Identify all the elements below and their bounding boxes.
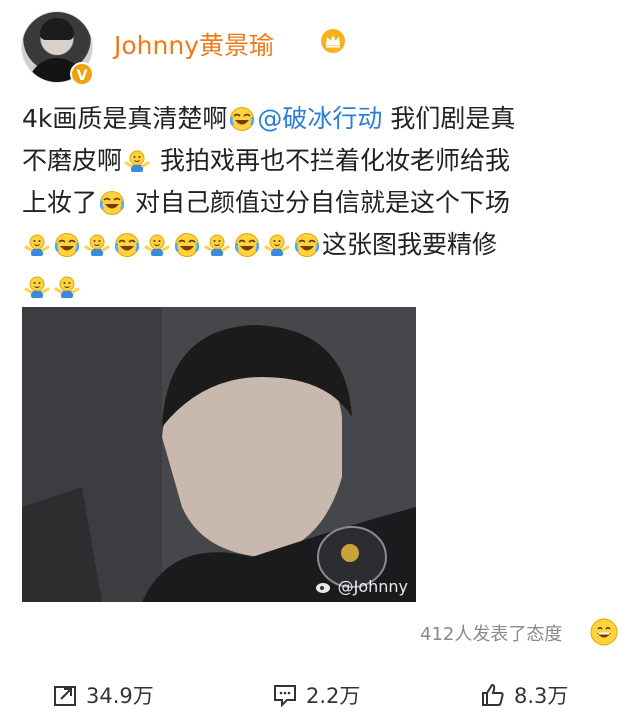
shrug-emoji [204,232,230,258]
crown-icon [321,29,345,53]
action-bar: 34.9万 2.2万 8.3万 [0,664,640,726]
share-button[interactable]: 34.9万 [52,680,154,710]
comment-count: 2.2万 [306,684,361,708]
comment-icon [274,685,296,708]
post-line1-text: 4k画质是真清楚啊 [22,104,228,133]
watermark-text: @Johnny [337,577,408,596]
post-line2-tail: 我拍戏再也不拦着化妆老师给我 [152,146,510,175]
post-line4-tail: 这张图我要精修 [322,230,498,259]
username[interactable]: Johnny黄景瑜 [114,26,274,62]
weibo-logo-icon [315,583,330,593]
shrug-emoji [84,232,110,258]
laugh-cry-emoji [99,190,125,216]
shrug-emoji [264,232,290,258]
shrug-emoji [24,274,50,300]
laugh-cry-emoji [174,232,200,258]
shrug-emoji [54,274,80,300]
image-watermark: @Johnny [315,577,408,596]
post-header: V Johnny黄景瑜 [22,12,622,92]
attitude-count[interactable]: 412人发表了态度 [420,620,562,646]
grin-emoji[interactable] [590,618,618,646]
shrug-emoji [124,148,150,174]
post-image[interactable]: @Johnny [22,307,416,602]
post-line3-text: 上妆了 [22,188,98,217]
post-line3-tail: 对自己颜值过分自信就是这个下场 [127,188,510,217]
photo-illustration [22,307,416,602]
laugh-cry-emoji [54,232,80,258]
verified-badge: V [70,62,94,86]
laugh-cry-emoji [234,232,260,258]
shrug-emoji [24,232,50,258]
post-text: 4k画质是真清楚啊 @破冰行动 我们剧是真 不磨皮啊 我拍戏再也不拦着化妆老师给我… [22,98,612,308]
mention-link[interactable]: @破冰行动 [257,104,382,133]
laugh-cry-emoji [294,232,320,258]
laugh-cry-emoji [114,232,140,258]
avatar-hair [40,18,74,40]
post-line2-text: 不磨皮啊 [22,146,123,175]
shrug-emoji [144,232,170,258]
comment-button[interactable]: 2.2万 [272,680,360,710]
like-count: 8.3万 [514,684,569,708]
share-count: 34.9万 [86,684,154,708]
post-line1-tail: 我们剧是真 [382,104,516,133]
like-icon [482,683,504,706]
laugh-cry-emoji [229,106,255,132]
like-button[interactable]: 8.3万 [480,680,568,710]
share-icon [54,686,76,706]
